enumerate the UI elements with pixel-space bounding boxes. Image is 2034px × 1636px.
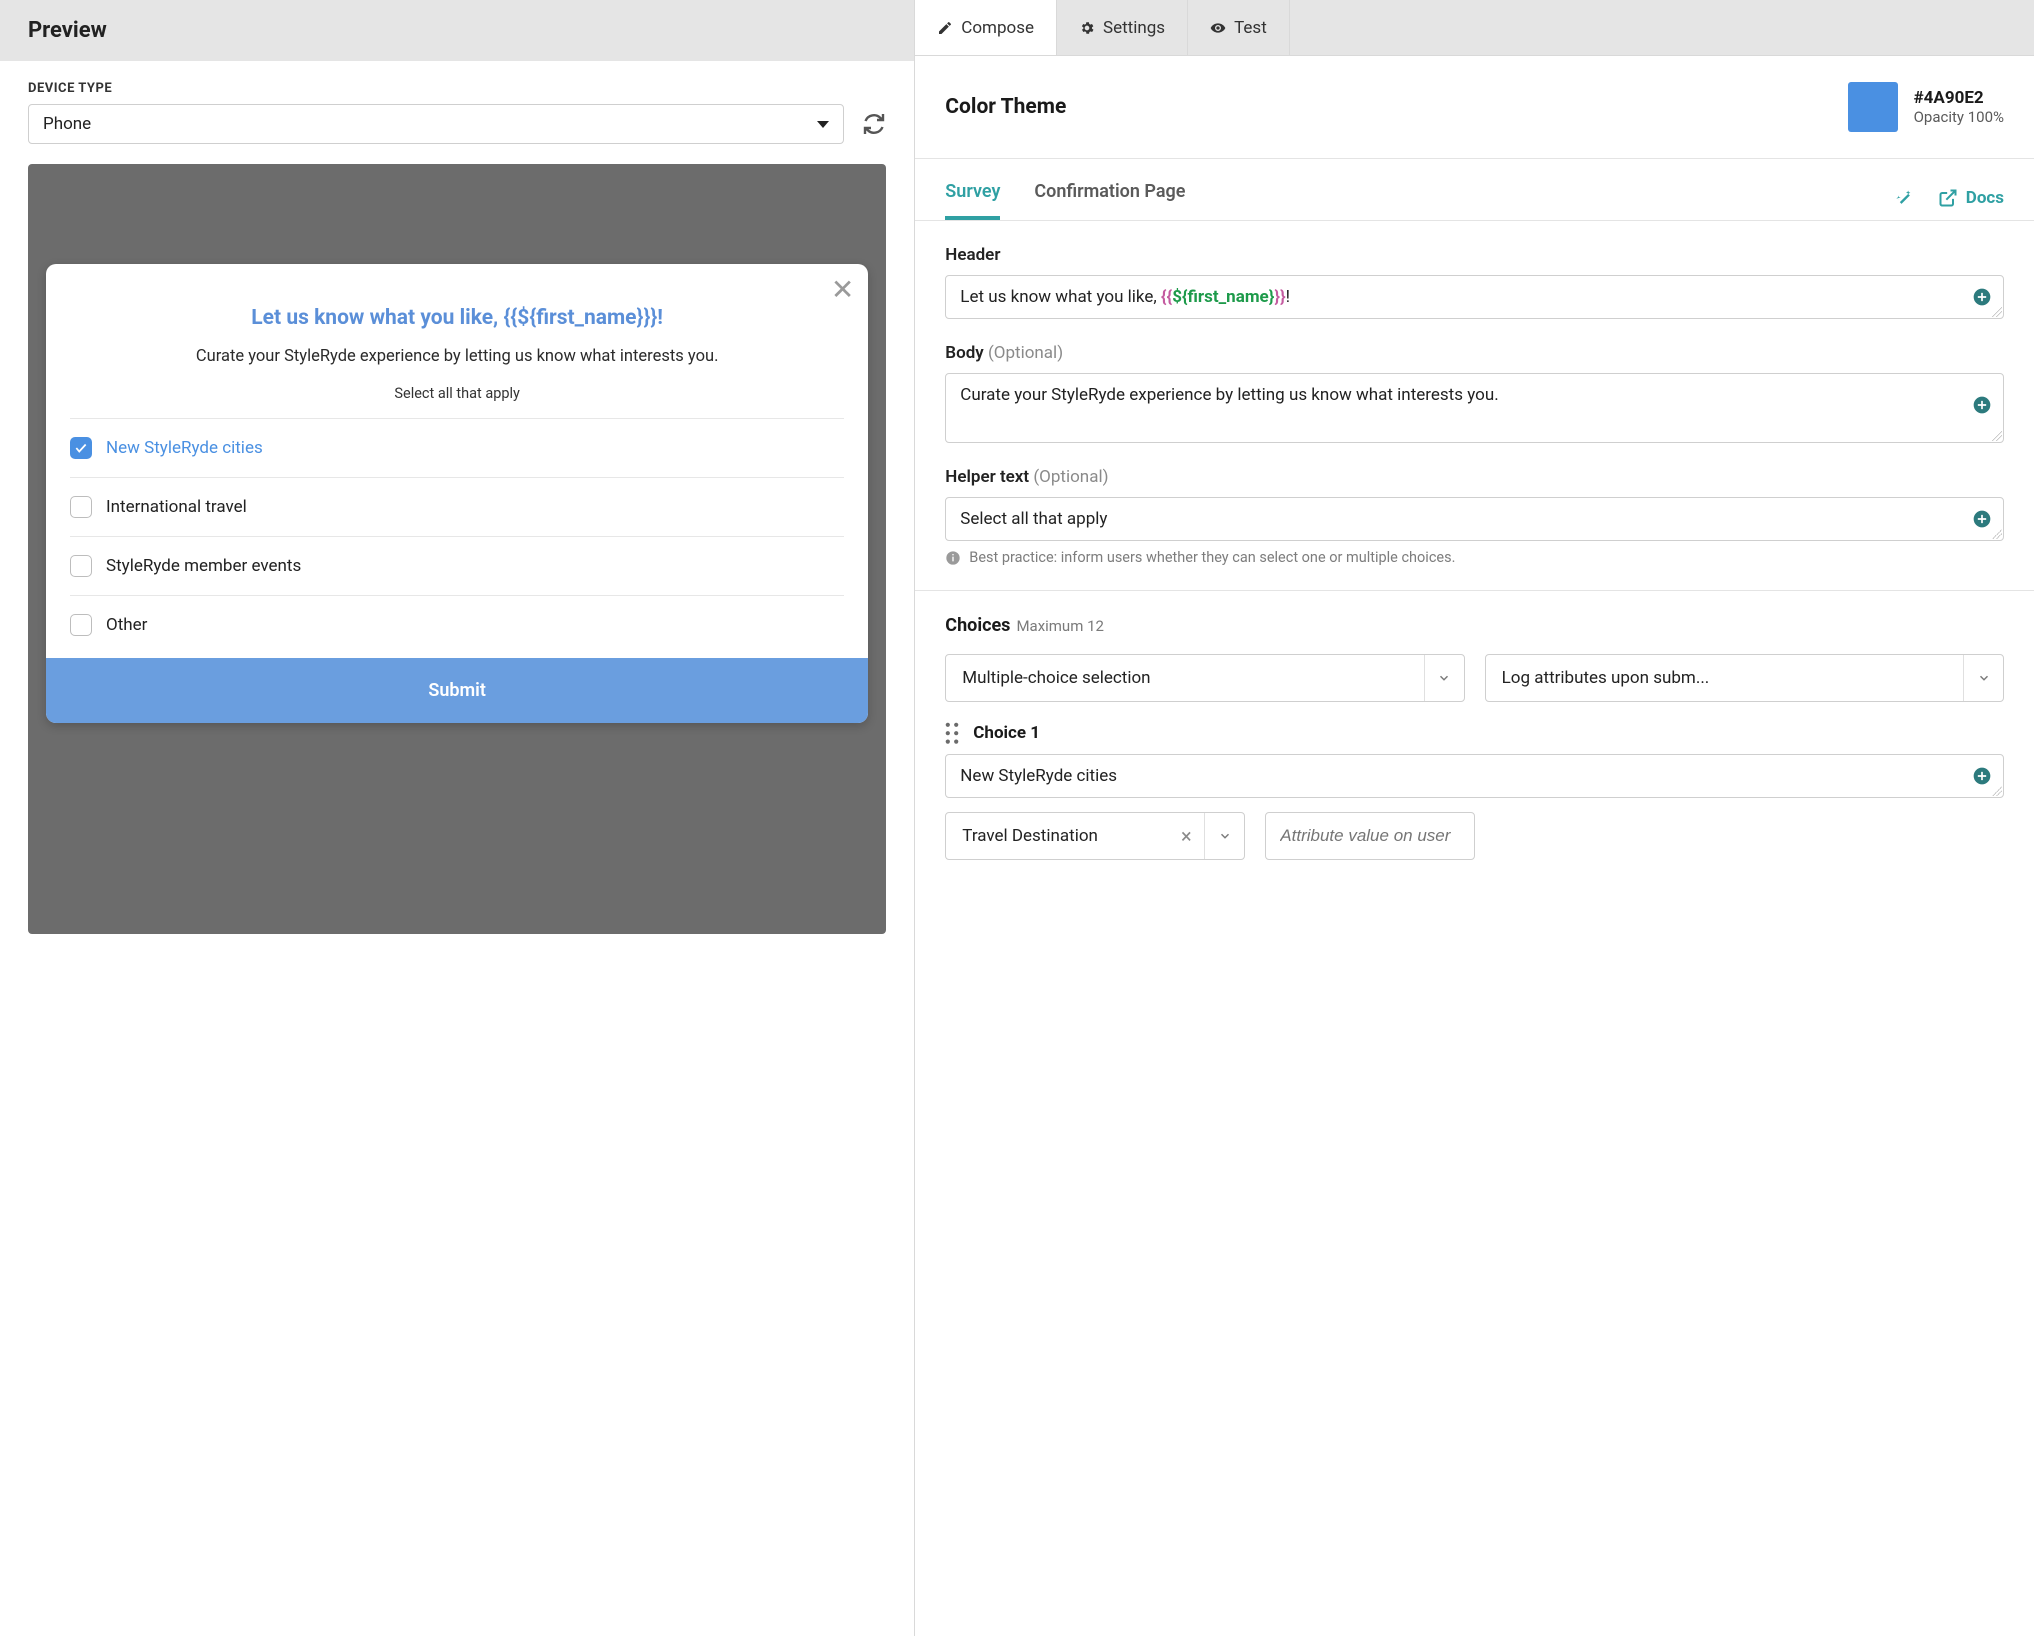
checkbox-checked-icon[interactable] [70,437,92,459]
plus-circle-icon[interactable] [1972,287,1992,307]
docs-link[interactable]: Docs [1938,188,2004,208]
clear-icon[interactable]: × [1168,824,1204,848]
choices-header: ChoicesMaximum 12 [945,615,2004,636]
helper-field-label: Helper text (Optional) [945,467,2004,487]
phone-preview-frame: ✕ Let us know what you like, {{${first_n… [28,164,886,934]
survey-card: ✕ Let us know what you like, {{${first_n… [46,264,868,723]
checkbox-icon[interactable] [70,614,92,636]
caret-down-icon [817,121,829,128]
pencil-icon [937,20,953,36]
resize-grip-icon[interactable] [1992,307,2002,317]
color-opacity: Opacity 100% [1914,108,2004,126]
color-theme-title: Color Theme [945,95,1066,119]
survey-helper: Select all that apply [46,385,868,418]
tab-settings[interactable]: Settings [1057,0,1188,55]
choice-label: New StyleRyde cities [106,438,263,458]
info-icon [945,550,961,566]
choice-1-value-field[interactable]: New StyleRyde cities [945,754,2004,798]
subtab-confirmation[interactable]: Confirmation Page [1034,181,1185,220]
body-field-label: Body (Optional) [945,343,2004,363]
survey-choice[interactable]: International travel [70,478,844,537]
tab-test[interactable]: Test [1188,0,1290,55]
preview-title: Preview [0,0,914,61]
external-link-icon [1938,188,1958,208]
survey-choice[interactable]: Other [70,596,844,654]
survey-title: Let us know what you like, {{${first_nam… [46,304,868,345]
helper-field[interactable]: Select all that apply [945,497,2004,541]
plus-circle-icon[interactable] [1972,509,1992,529]
subtab-survey[interactable]: Survey [945,181,1000,220]
checkbox-icon[interactable] [70,555,92,577]
body-field[interactable]: Curate your StyleRyde experience by lett… [945,373,2004,443]
choice-label: StyleRyde member events [106,556,301,576]
survey-choice[interactable]: StyleRyde member events [70,537,844,596]
selection-type-select[interactable]: Multiple-choice selection [945,654,1464,702]
preview-panel: Preview DEVICE TYPE Phone ✕ Let us [0,0,915,1636]
plus-circle-icon[interactable] [1972,395,1992,415]
log-attributes-select[interactable]: Log attributes upon subm... [1485,654,2004,702]
header-field[interactable]: Let us know what you like, {{${first_nam… [945,275,2004,319]
choice-1-title: Choice 1 [973,723,1040,743]
choice-label: Other [106,615,147,635]
device-type-value: Phone [43,114,91,134]
close-icon[interactable]: ✕ [46,264,868,304]
resize-grip-icon[interactable] [1992,786,2002,796]
survey-choices: New StyleRyde cities International trave… [70,418,844,654]
color-hex: #4A90E2 [1914,88,2004,108]
editor-tabs: Compose Settings Test [915,0,2034,56]
device-type-select[interactable]: Phone [28,104,844,144]
chevron-down-icon [1963,655,2003,701]
resize-grip-icon[interactable] [1992,431,2002,441]
chevron-down-icon [1424,655,1464,701]
device-type-label: DEVICE TYPE [28,81,886,96]
eye-icon [1210,20,1226,36]
helper-hint: Best practice: inform users whether they… [945,549,2004,566]
color-swatch[interactable] [1848,82,1898,132]
choice-label: International travel [106,497,247,517]
header-field-label: Header [945,245,2004,265]
attribute-value-input[interactable] [1265,812,1475,860]
survey-choice[interactable]: New StyleRyde cities [70,419,844,478]
gear-icon [1079,20,1095,36]
resize-grip-icon[interactable] [1992,529,2002,539]
drag-handle-icon[interactable] [945,722,959,744]
color-theme-row: Color Theme #4A90E2 Opacity 100% [915,56,2034,159]
chevron-down-icon [1204,813,1244,859]
refresh-icon[interactable] [862,112,886,136]
survey-body: Curate your StyleRyde experience by lett… [46,345,868,385]
choice-attribute-select[interactable]: Travel Destination × [945,812,1245,860]
submit-button[interactable]: Submit [46,658,868,723]
checkbox-icon[interactable] [70,496,92,518]
tab-compose[interactable]: Compose [915,0,1057,55]
plus-circle-icon[interactable] [1972,766,1992,786]
magic-wand-icon[interactable] [1894,188,1914,208]
editor-panel: Compose Settings Test Color Theme #4A90E… [915,0,2034,1636]
